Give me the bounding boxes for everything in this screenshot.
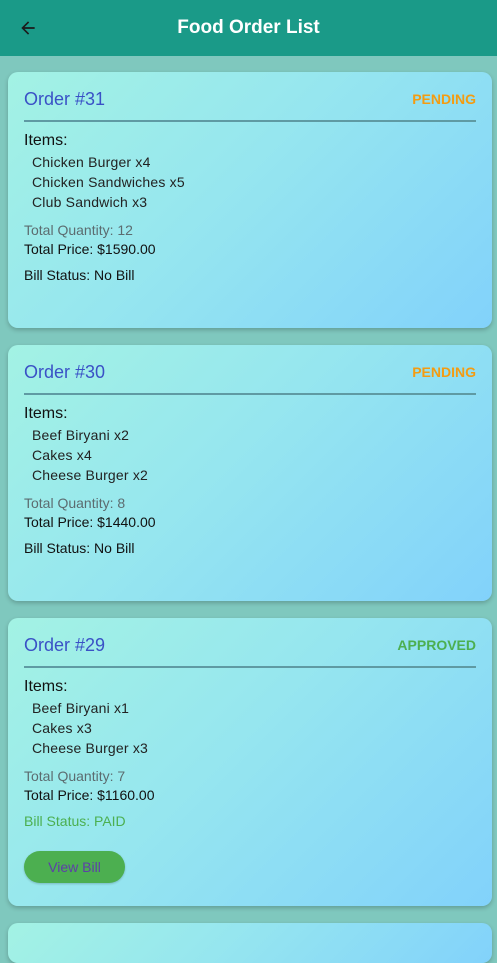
list-item: Chicken Sandwiches x5 xyxy=(32,174,185,190)
list-item: Beef Biryani x1 xyxy=(32,700,130,716)
order-card: Order #29 APPROVED Items: Beef Biryani x… xyxy=(8,618,492,906)
list-item: Cheese Burger x3 xyxy=(32,740,149,756)
order-header: Order #31 PENDING xyxy=(24,72,476,122)
app-bar: Food Order List xyxy=(0,0,497,56)
total-price: Total Price: $1590.00 xyxy=(24,241,156,257)
items-list: Chicken Burger x4 Chicken Sandwiches x5 … xyxy=(24,152,476,212)
items-label: Items: xyxy=(24,132,68,149)
order-header: Order #30 PENDING xyxy=(24,345,476,395)
list-item: Beef Biryani x2 xyxy=(32,427,130,443)
status-badge: PENDING xyxy=(412,364,476,380)
status-badge: APPROVED xyxy=(397,637,476,653)
items-label: Items: xyxy=(24,405,68,422)
bill-status: Bill Status: No Bill xyxy=(24,267,135,283)
order-number: Order #30 xyxy=(24,361,106,382)
order-card: Order #31 PENDING Items: Chicken Burger … xyxy=(8,72,492,328)
total-price: Total Price: $1440.00 xyxy=(24,514,156,530)
bill-status: Bill Status: No Bill xyxy=(24,540,135,556)
order-number: Order #31 xyxy=(24,88,106,109)
list-item: Club Sandwich x3 xyxy=(32,194,148,210)
list-item: Chicken Burger x4 xyxy=(32,154,151,170)
order-card xyxy=(8,923,492,963)
view-bill-button[interactable]: View Bill xyxy=(24,851,125,883)
order-card: Order #30 PENDING Items: Beef Biryani x2… xyxy=(8,345,492,601)
order-number: Order #29 xyxy=(24,634,106,655)
total-quantity: Total Quantity: 8 xyxy=(24,495,126,511)
total-quantity: Total Quantity: 12 xyxy=(24,222,133,238)
total-price: Total Price: $1160.00 xyxy=(24,787,155,803)
back-button[interactable] xyxy=(16,16,40,40)
total-quantity: Total Quantity: 7 xyxy=(24,768,126,784)
order-header: Order #29 APPROVED xyxy=(24,618,476,668)
items-list: Beef Biryani x2 Cakes x4 Cheese Burger x… xyxy=(24,425,476,485)
list-item: Cheese Burger x2 xyxy=(32,467,149,483)
items-label: Items: xyxy=(24,678,68,695)
status-badge: PENDING xyxy=(412,91,476,107)
arrow-back-icon xyxy=(21,21,35,35)
bill-status: Bill Status: PAID xyxy=(24,813,126,829)
list-item: Cakes x4 xyxy=(32,447,92,463)
page-title: Food Order List xyxy=(177,17,320,38)
items-list: Beef Biryani x1 Cakes x3 Cheese Burger x… xyxy=(24,698,476,758)
list-item: Cakes x3 xyxy=(32,720,92,736)
